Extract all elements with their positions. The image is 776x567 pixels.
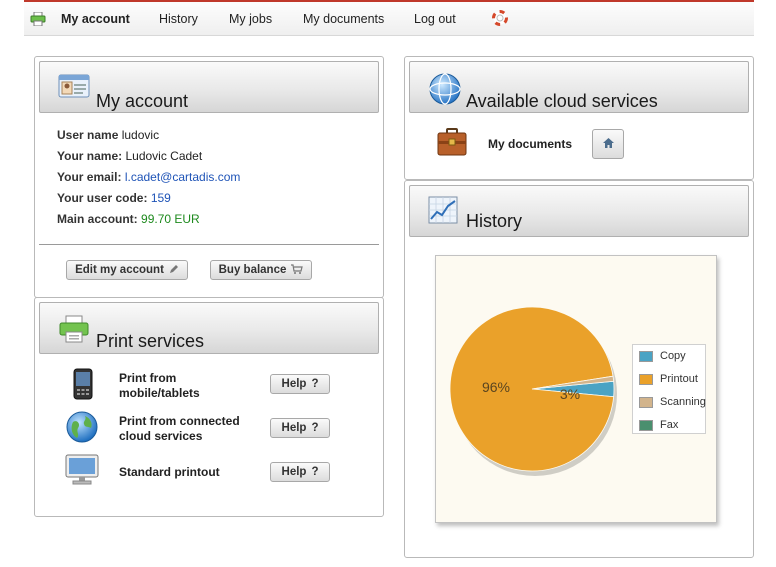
printer-icon — [30, 11, 46, 29]
home-button[interactable] — [592, 129, 624, 159]
legend-swatch-printout — [639, 373, 653, 385]
legend-item-fax: Fax — [639, 419, 678, 431]
pie-label-printout: 96% — [482, 379, 510, 395]
buy-balance-label: Buy balance — [218, 264, 287, 276]
your-name-value: Ludovic Cadet — [125, 149, 203, 163]
email-row: Your email: l.cadet@cartadis.com — [57, 170, 240, 184]
printer-icon — [58, 315, 90, 346]
legend-label-fax: Fax — [660, 419, 679, 431]
print-services-header: Print services — [39, 302, 379, 354]
cloud-services-title: Available cloud services — [466, 91, 658, 111]
print-cloud-label: Print from connected cloud services — [119, 414, 240, 443]
pencil-icon — [169, 264, 179, 277]
my-documents-label[interactable]: My documents — [488, 137, 572, 152]
user-name-label: User name — [57, 128, 119, 142]
legend-item-scanning: Scanning — [639, 396, 706, 408]
your-name-label: Your name: — [57, 149, 123, 163]
nav-my-jobs[interactable]: My jobs — [229, 12, 272, 26]
main-account-value: 99.70 EUR — [141, 212, 200, 226]
standard-printout-label: Standard printout — [119, 465, 220, 479]
legend-label-copy: Copy — [660, 350, 686, 362]
user-code-label: Your user code: — [57, 191, 148, 205]
buy-balance-button[interactable]: Buy balance — [210, 260, 312, 280]
help-mobile-label: Help — [281, 378, 307, 390]
user-name-value: ludovic — [121, 128, 160, 142]
history-title: History — [466, 211, 523, 231]
home-icon — [602, 137, 614, 151]
nav-log-out[interactable]: Log out — [414, 12, 456, 26]
user-name-row: User name ludovic — [57, 128, 159, 142]
account-title: My account — [96, 91, 189, 111]
print-services-panel: Print services Print from mobile/tablets… — [34, 297, 384, 517]
history-pie-chart: 3% 96% Copy Printout Scanning Fax — [435, 255, 717, 523]
email-label: Your email: — [57, 170, 122, 184]
user-code-row: Your user code: 159 — [57, 191, 171, 205]
history-header: History — [409, 185, 749, 237]
globe-icon — [65, 410, 99, 447]
account-panel-header: My account — [39, 61, 379, 113]
legend-item-copy: Copy — [639, 350, 686, 362]
top-navigation: My account History My jobs My documents … — [24, 0, 754, 36]
question-icon: ? — [311, 466, 319, 478]
legend-item-printout: Printout — [639, 373, 698, 385]
line-chart-icon — [428, 196, 458, 227]
legend-swatch-copy — [639, 350, 653, 362]
chart-legend: Copy Printout Scanning Fax — [632, 344, 706, 434]
page: My account History My jobs My documents … — [0, 0, 776, 567]
help-cloud-label: Help — [281, 422, 307, 434]
print-services-title: Print services — [96, 331, 205, 351]
nav-my-documents[interactable]: My documents — [303, 12, 384, 26]
main-account-row: Main account: 99.70 EUR — [57, 212, 200, 226]
question-icon: ? — [311, 422, 319, 434]
cloud-services-panel: Available cloud services My documents — [404, 56, 754, 180]
history-panel: History 3% 96% Copy Printout Scanning Fax — [404, 180, 754, 558]
globe-icon — [428, 72, 462, 109]
legend-swatch-scanning — [639, 396, 653, 408]
mobile-phone-icon — [73, 368, 93, 403]
user-code-value: 159 — [150, 191, 171, 205]
cloud-services-header: Available cloud services — [409, 61, 749, 113]
monitor-icon — [65, 454, 99, 489]
help-button-mobile[interactable]: Help ? — [270, 374, 330, 394]
pie-label-copy: 3% — [560, 386, 580, 402]
legend-swatch-fax — [639, 419, 653, 431]
briefcase-icon — [437, 128, 467, 159]
main-account-label: Main account: — [57, 212, 138, 226]
edit-account-button[interactable]: Edit my account — [66, 260, 188, 280]
help-standard-label: Help — [281, 466, 307, 478]
id-card-icon — [58, 72, 90, 101]
your-name-row: Your name: Ludovic Cadet — [57, 149, 202, 163]
account-panel: My account User name ludovic Your name: … — [34, 56, 384, 298]
cart-icon — [291, 263, 304, 277]
legend-label-printout: Printout — [660, 373, 698, 385]
nav-history[interactable]: History — [159, 12, 198, 26]
help-button-cloud[interactable]: Help ? — [270, 418, 330, 438]
print-mobile-label: Print from mobile/tablets — [119, 371, 200, 400]
lifebuoy-icon[interactable] — [492, 10, 508, 29]
edit-account-label: Edit my account — [75, 264, 164, 276]
help-button-standard[interactable]: Help ? — [270, 462, 330, 482]
question-icon: ? — [311, 378, 319, 390]
legend-label-scanning: Scanning — [660, 396, 706, 408]
nav-my-account[interactable]: My account — [61, 12, 130, 26]
account-divider — [39, 244, 379, 245]
email-link[interactable]: l.cadet@cartadis.com — [125, 170, 241, 184]
